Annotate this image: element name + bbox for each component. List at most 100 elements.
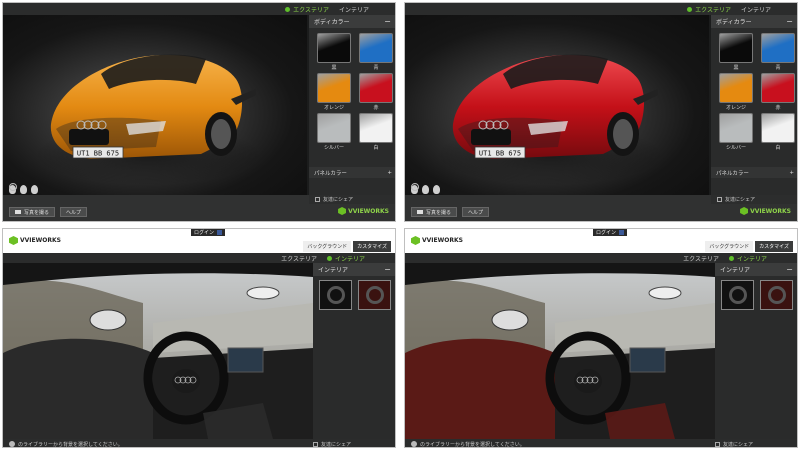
swatch-chip[interactable] — [761, 33, 795, 63]
help-button[interactable]: ヘルプ — [60, 207, 88, 217]
color-swatch[interactable]: オレンジ — [719, 73, 753, 111]
top-tab-strip: エクステリア インテリア — [3, 3, 395, 15]
swatch-chip[interactable] — [719, 33, 753, 63]
camera-icon — [417, 210, 423, 214]
top-tab-strip: エクステリア インテリア — [405, 3, 797, 15]
swatch-chip[interactable] — [317, 113, 351, 143]
interior-view-black: VVIEWORKS ログイン バックグラウンド カスタマイズ エクステリア イン… — [2, 228, 396, 448]
swatch-chip[interactable] — [359, 113, 393, 143]
swatch-chip[interactable] — [719, 73, 753, 103]
tab-interior[interactable]: インテリア — [326, 254, 365, 263]
panel-title: インテリア — [318, 267, 349, 274]
tab-exterior[interactable]: エクステリア — [683, 254, 719, 263]
tab-exterior[interactable]: エクステリア — [687, 5, 731, 14]
collapse-icon[interactable]: − — [383, 265, 392, 274]
color-swatch[interactable]: 赤 — [359, 73, 393, 111]
vvieworks-logo: VVIEWORKS — [740, 207, 791, 215]
color-swatch[interactable]: 白 — [359, 113, 393, 151]
color-swatch[interactable]: 黒 — [317, 33, 351, 71]
car-viewer[interactable]: UT1 BB 675 i — [405, 15, 709, 195]
status-bar: のライブラリーから背景を選択してください。 友達にシェア — [405, 439, 797, 448]
swatch-label: シルバー — [323, 145, 344, 151]
swatch-chip[interactable] — [761, 73, 795, 103]
car-3d-model[interactable]: UT1 BB 675 — [433, 29, 663, 179]
login-button[interactable]: ログイン — [593, 229, 628, 236]
share-icon — [715, 441, 720, 447]
swatch-chip[interactable] — [317, 73, 351, 103]
swatch-chip[interactable] — [317, 33, 351, 63]
interior-panel: インテリア − — [313, 263, 395, 439]
interior-option-black[interactable] — [319, 280, 352, 310]
swatch-label: 青 — [373, 65, 379, 71]
color-swatch[interactable]: 赤 — [761, 73, 795, 111]
panel-title: ボディカラー — [314, 19, 350, 26]
tab-exterior[interactable]: エクステリア — [285, 5, 329, 14]
take-photo-button[interactable]: 写真を撮る — [411, 207, 458, 217]
color-swatch-grid: 黒 青オレンジ 赤シルバー 白 — [711, 28, 797, 151]
swatch-label: オレンジ — [323, 105, 344, 111]
swatch-chip[interactable] — [719, 113, 753, 143]
collapse-icon[interactable]: − — [785, 265, 794, 274]
share-link[interactable]: 友達にシェア — [313, 441, 351, 447]
bottom-toolbar: 友達にシェア 写真を撮る ヘルプ VVIEWORKS — [405, 195, 797, 221]
color-swatch[interactable]: シルバー — [719, 113, 753, 151]
interior-panel: インテリア − — [715, 263, 797, 439]
swatch-label: オレンジ — [725, 105, 746, 111]
share-link[interactable]: 友達にシェア — [711, 195, 797, 204]
swatch-chip[interactable] — [761, 113, 795, 143]
color-swatch[interactable]: オレンジ — [317, 73, 351, 111]
interior-option-black[interactable] — [721, 280, 754, 310]
hint-text: のライブラリーから背景を選択してください。 — [18, 441, 123, 448]
panel-color-label: パネルカラー — [716, 170, 749, 177]
share-icon — [315, 197, 320, 202]
color-swatch[interactable]: 白 — [761, 113, 795, 151]
tab-exterior[interactable]: エクステリア — [281, 254, 317, 263]
info-icon[interactable]: i — [411, 183, 419, 191]
camera-icon — [15, 210, 21, 214]
vvieworks-logo: VVIEWORKS — [9, 236, 61, 245]
license-plate: UT1 BB 675 — [77, 150, 119, 158]
tab-background[interactable]: バックグラウンド — [303, 241, 352, 252]
sub-tab-strip: エクステリア インテリア — [3, 253, 395, 263]
interior-option-red[interactable] — [358, 280, 391, 310]
help-button[interactable]: ヘルプ — [462, 207, 490, 217]
hint-text: のライブラリーから背景を選択してください。 — [420, 441, 525, 448]
swatch-chip[interactable] — [359, 73, 393, 103]
swatch-label: 白 — [373, 145, 379, 151]
exterior-view-orange: エクステリア インテリア UT1 BB 675 i ボディカラー − 黒 青 オ… — [2, 2, 396, 222]
collapse-icon[interactable]: − — [383, 17, 392, 26]
interior-viewer[interactable] — [405, 263, 715, 439]
interior-option-red[interactable] — [760, 280, 793, 310]
color-swatch[interactable]: 青 — [359, 33, 393, 71]
facebook-icon — [619, 230, 625, 235]
share-icon — [717, 197, 722, 202]
swatch-chip[interactable] — [359, 33, 393, 63]
share-link[interactable]: 友達にシェア — [309, 195, 395, 204]
swatch-label: 黒 — [733, 65, 739, 71]
color-swatch[interactable]: 青 — [761, 33, 795, 71]
swatch-label: 白 — [775, 145, 781, 151]
take-photo-button[interactable]: 写真を撮る — [9, 207, 56, 217]
tab-customize[interactable]: カスタマイズ — [353, 241, 391, 252]
login-button[interactable]: ログイン — [191, 229, 226, 236]
car-viewer[interactable]: UT1 BB 675 i — [3, 15, 307, 195]
color-swatch[interactable]: 黒 — [719, 33, 753, 71]
swatch-label: 赤 — [775, 105, 781, 111]
interior-viewer[interactable] — [3, 263, 313, 439]
tab-customize[interactable]: カスタマイズ — [755, 241, 793, 252]
share-link[interactable]: 友達にシェア — [715, 441, 753, 447]
expand-icon[interactable]: + — [387, 170, 392, 176]
site-header: VVIEWORKS ログイン バックグラウンド カスタマイズ — [405, 229, 797, 253]
car-3d-model[interactable]: UT1 BB 675 — [31, 29, 261, 179]
color-swatch[interactable]: シルバー — [317, 113, 351, 151]
tab-background[interactable]: バックグラウンド — [705, 241, 754, 252]
info-icon — [9, 441, 15, 447]
expand-icon[interactable]: + — [789, 170, 794, 176]
tab-interior[interactable]: インテリア — [741, 5, 771, 14]
panel-title: ボディカラー — [716, 19, 752, 26]
tab-interior[interactable]: インテリア — [339, 5, 369, 14]
tab-interior[interactable]: インテリア — [728, 254, 767, 263]
collapse-icon[interactable]: − — [785, 17, 794, 26]
vvieworks-logo: VVIEWORKS — [411, 236, 463, 245]
info-icon[interactable]: i — [9, 183, 17, 191]
